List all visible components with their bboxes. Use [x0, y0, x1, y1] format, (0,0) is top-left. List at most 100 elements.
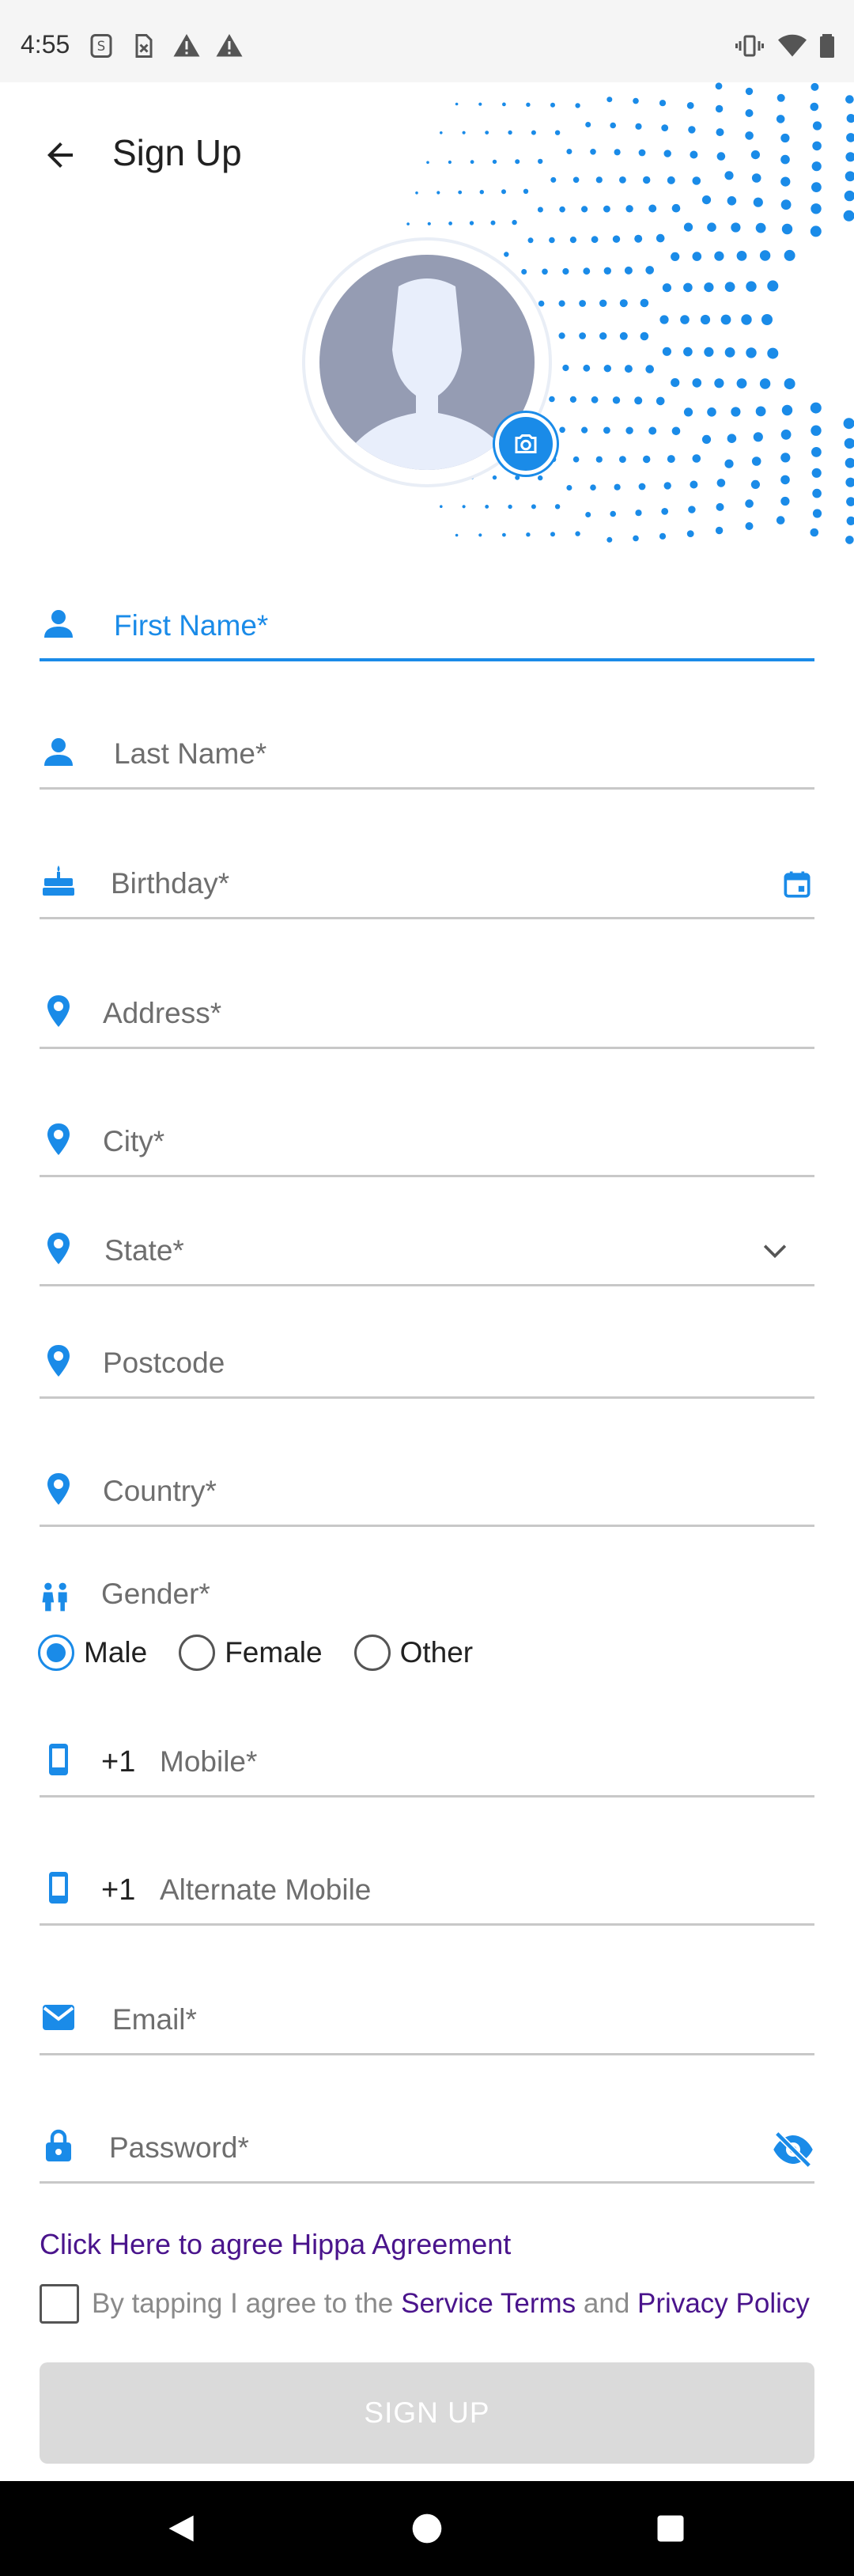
city-field[interactable]: City* — [40, 1098, 814, 1177]
decorative-dot — [527, 237, 534, 244]
gender-radio-other[interactable]: Other — [353, 1635, 473, 1671]
calendar-icon[interactable] — [780, 867, 814, 902]
last-name-label: Last Name* — [114, 737, 267, 770]
decorative-dot — [704, 282, 714, 293]
alternate-mobile-field[interactable]: +1 Alternate Mobile — [40, 1847, 814, 1926]
decorative-dot — [690, 480, 698, 489]
location-icon — [47, 1233, 70, 1264]
privacy-policy-link[interactable]: Privacy Policy — [637, 2288, 810, 2319]
decorative-dot — [845, 477, 854, 487]
first-name-field[interactable]: First Name* — [40, 582, 814, 661]
circle-home-icon — [412, 2513, 442, 2544]
decorative-dot — [727, 434, 737, 443]
decorative-dot — [581, 426, 588, 434]
decorative-dot — [583, 364, 591, 372]
decorative-dot — [558, 300, 565, 307]
decorative-dot — [645, 266, 654, 275]
decorative-dot — [811, 468, 822, 478]
camera-button[interactable] — [495, 413, 557, 475]
square-recents-icon — [657, 2515, 684, 2542]
decorative-dot — [845, 457, 854, 468]
decorative-dot — [761, 314, 773, 325]
postcode-field[interactable]: Postcode — [40, 1320, 814, 1399]
decorative-dot — [610, 510, 616, 517]
location-icon — [47, 1123, 70, 1155]
decorative-dot — [603, 365, 611, 373]
decorative-dot — [780, 496, 790, 506]
decorative-dot — [569, 237, 577, 244]
decorative-dot — [846, 516, 854, 525]
s-icon: S — [90, 34, 112, 58]
decorative-dot — [559, 426, 565, 434]
decorative-dot — [526, 532, 531, 537]
mobile-field[interactable]: +1 Mobile* — [40, 1718, 814, 1798]
decorative-dot — [502, 532, 506, 537]
decorative-dot — [624, 266, 633, 275]
service-terms-link[interactable]: Service Terms — [401, 2288, 576, 2319]
decorative-dot — [619, 331, 628, 340]
email-label: Email* — [112, 2003, 197, 2036]
gender-option-label: Male — [84, 1636, 148, 1669]
address-field[interactable]: Address* — [40, 970, 814, 1049]
last-name-field[interactable]: Last Name* — [40, 710, 814, 790]
decorative-dot — [780, 429, 792, 440]
decorative-dot — [671, 252, 680, 261]
terms-checkbox[interactable] — [40, 2284, 79, 2324]
svg-text:S: S — [97, 39, 105, 54]
decorative-dot — [707, 407, 716, 417]
vibrate-icon — [735, 35, 764, 57]
state-dropdown[interactable]: State* — [40, 1207, 814, 1286]
decorative-dot — [619, 456, 626, 463]
decorative-dot — [612, 235, 621, 243]
hippa-agreement-link[interactable]: Click Here to agree Hippa Agreement — [40, 2228, 511, 2261]
nav-home-button[interactable] — [403, 2505, 451, 2552]
password-field[interactable]: Password* — [40, 2104, 814, 2184]
location-icon — [47, 1345, 70, 1377]
nav-back-button[interactable] — [158, 2505, 206, 2552]
decorative-dot — [590, 484, 596, 491]
warning-icon — [216, 34, 243, 57]
terms-and: and — [576, 2288, 638, 2319]
decorative-dot — [745, 522, 754, 530]
decorative-dot — [692, 252, 702, 261]
decorative-dot — [585, 512, 591, 517]
people-icon — [42, 1582, 67, 1612]
decorative-dot — [731, 222, 741, 233]
decorative-dot — [427, 222, 431, 225]
decorative-dot — [755, 222, 766, 233]
chevron-down-icon — [763, 1244, 787, 1259]
terms-row: By tapping I agree to the Service Terms … — [40, 2282, 830, 2326]
navigation-bar — [0, 2481, 854, 2576]
decorative-dot — [767, 280, 779, 292]
decorative-dot — [683, 282, 693, 293]
gender-radio-female[interactable]: Female — [179, 1635, 323, 1671]
sign-up-button[interactable]: SIGN UP — [40, 2362, 814, 2464]
state-label: State* — [104, 1234, 184, 1267]
mail-icon — [43, 2005, 74, 2030]
decorative-dot — [406, 222, 410, 225]
decorative-dot — [843, 418, 854, 430]
decorative-dot — [462, 505, 466, 509]
decorative-dot — [603, 267, 611, 275]
decorative-dot — [538, 300, 545, 307]
camera-icon — [515, 434, 537, 453]
country-field[interactable]: Country* — [40, 1448, 814, 1527]
birthday-field[interactable]: Birthday* — [40, 840, 814, 919]
decorative-dot — [810, 402, 822, 414]
decorative-dot — [781, 404, 793, 416]
nav-recents-button[interactable] — [647, 2505, 694, 2552]
decorative-dot — [688, 506, 696, 513]
decorative-dot — [811, 447, 822, 457]
gender-radio-male[interactable]: Male — [38, 1635, 147, 1671]
person-icon — [44, 738, 73, 766]
decorative-dot — [692, 454, 701, 463]
gender-radio-group: Male Female Other — [38, 1633, 504, 1673]
terms-prefix: By tapping I agree to the — [92, 2288, 402, 2319]
country-code: +1 — [101, 1745, 136, 1779]
decorative-dot — [753, 432, 763, 442]
decorative-dot — [716, 479, 726, 487]
visibility-off-icon[interactable] — [772, 2128, 814, 2171]
back-button[interactable] — [35, 130, 85, 180]
decorative-dot — [707, 222, 716, 232]
email-field[interactable]: Email* — [40, 1976, 814, 2055]
